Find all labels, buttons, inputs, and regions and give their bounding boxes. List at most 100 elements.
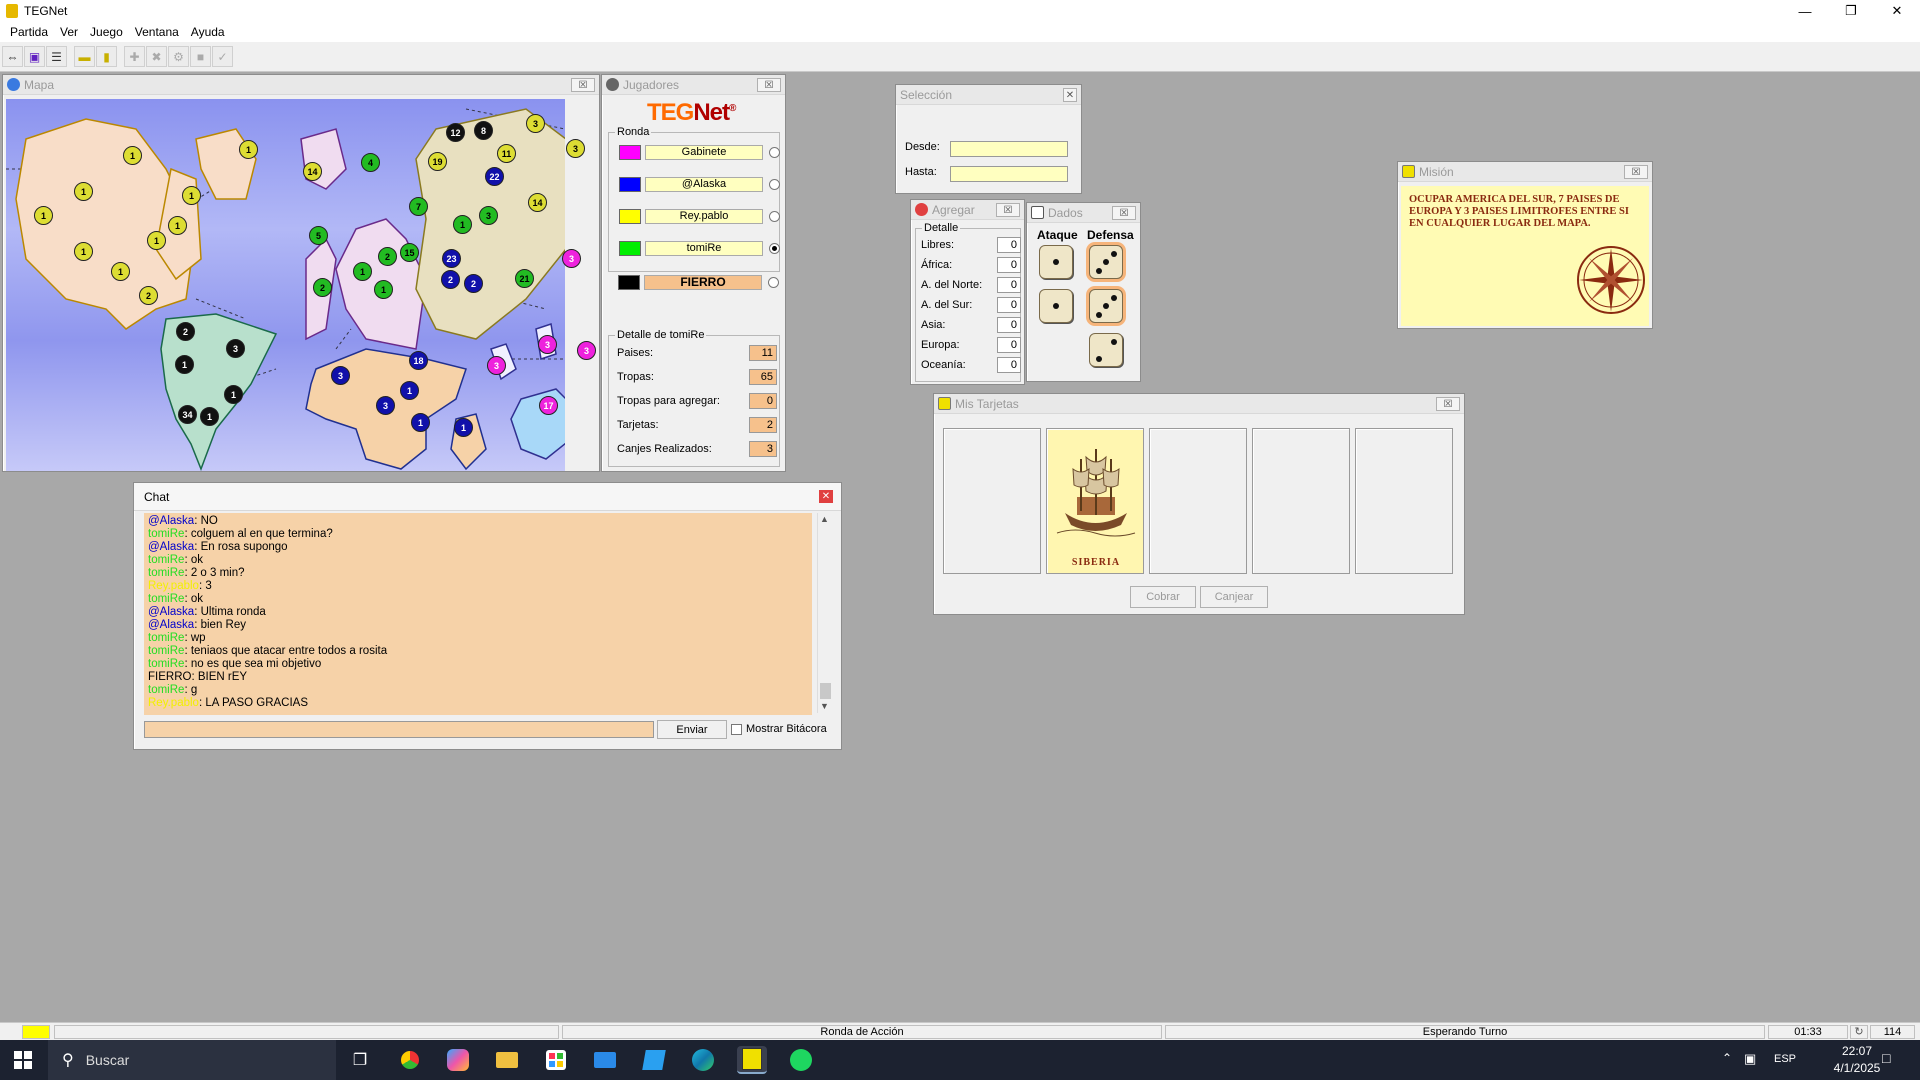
status-refresh-icon[interactable]: ↻ (1850, 1025, 1868, 1039)
player-row-gabinete[interactable]: Gabinete (619, 143, 780, 161)
gear-icon[interactable]: ⚙ (168, 46, 189, 67)
map-marker[interactable]: 1 (168, 216, 187, 235)
menu-ventana[interactable]: Ventana (129, 25, 185, 39)
map-marker[interactable]: 22 (485, 167, 504, 186)
stop-icon[interactable]: ■ (190, 46, 211, 67)
map-marker[interactable]: 1 (411, 413, 430, 432)
mail-icon[interactable] (590, 1046, 620, 1074)
dice-icon[interactable]: ▣ (24, 46, 45, 67)
map-marker[interactable]: 1 (454, 418, 473, 437)
menu-ver[interactable]: Ver (54, 25, 84, 39)
card-slot-1[interactable] (943, 428, 1041, 574)
map-marker[interactable]: 1 (453, 215, 472, 234)
selection-window-close-button[interactable]: ✕ (1063, 88, 1077, 102)
taskbar-search[interactable]: ⚲ Buscar (48, 1040, 336, 1080)
notifications-icon[interactable]: □ (1882, 1050, 1890, 1066)
chat-input[interactable] (144, 721, 654, 738)
players-window-close-button[interactable]: ☒ (757, 78, 781, 92)
chat-log[interactable]: @Alaska: NO tomiRe: colguem al en que te… (144, 513, 812, 715)
player-radio[interactable] (769, 210, 780, 222)
map-marker[interactable]: 4 (361, 153, 380, 172)
map-marker[interactable]: 1 (400, 381, 419, 400)
map-marker[interactable]: 1 (200, 407, 219, 426)
task-view-icon[interactable]: ❐ (345, 1046, 375, 1074)
map-marker[interactable]: 14 (528, 193, 547, 212)
map-marker[interactable]: 3 (577, 341, 596, 360)
player-radio[interactable] (768, 276, 779, 288)
card-icon[interactable]: ▮ (96, 46, 117, 67)
map-marker[interactable]: 3 (331, 366, 350, 385)
map-window-titlebar[interactable]: Mapa ☒ (3, 75, 599, 95)
scroll-thumb[interactable] (820, 683, 831, 699)
mission-window-close-button[interactable]: ☒ (1624, 165, 1648, 179)
menu-partida[interactable]: Partida (4, 25, 54, 39)
map-marker[interactable]: 1 (175, 355, 194, 374)
remote-desktop-icon[interactable] (639, 1046, 669, 1074)
map-marker[interactable]: 1 (74, 242, 93, 261)
exchange-button[interactable]: Canjear (1200, 586, 1268, 608)
check-icon[interactable]: ✓ (212, 46, 233, 67)
send-button[interactable]: Enviar (657, 720, 727, 739)
card-slot-5[interactable] (1355, 428, 1453, 574)
close-button[interactable]: ✕ (1874, 0, 1920, 22)
map-marker[interactable]: 7 (409, 197, 428, 216)
scroll-up-icon[interactable]: ▲ (820, 514, 829, 524)
cards-window-titlebar[interactable]: Mis Tarjetas ☒ (934, 394, 1464, 414)
connect-icon[interactable]: ⇔ (2, 46, 23, 67)
list-icon[interactable]: ☰ (46, 46, 67, 67)
card-slot-2[interactable]: SIBERIA (1046, 428, 1144, 574)
map-marker[interactable]: 3 (526, 114, 545, 133)
language-indicator[interactable]: ESP (1774, 1053, 1796, 1065)
map-marker[interactable]: 18 (409, 351, 428, 370)
map-marker[interactable]: 1 (182, 186, 201, 205)
map-marker[interactable]: 19 (428, 152, 447, 171)
map-marker[interactable]: 11 (497, 144, 516, 163)
map-marker[interactable]: 17 (539, 396, 558, 415)
map-marker[interactable]: 1 (374, 280, 393, 299)
map-marker[interactable]: 34 (178, 405, 197, 424)
scroll-down-icon[interactable]: ▼ (820, 701, 829, 711)
world-map[interactable]: 1 1 1 1 1 1 1 1 1 2 14 19 11 3 3 14 4 7 … (6, 99, 602, 472)
map-marker[interactable]: 21 (515, 269, 534, 288)
map-marker[interactable]: 2 (378, 247, 397, 266)
minimize-button[interactable]: — (1782, 0, 1828, 22)
chrome-icon[interactable] (395, 1046, 425, 1074)
map-marker[interactable]: 3 (479, 206, 498, 225)
map-marker[interactable]: 15 (400, 243, 419, 262)
spotify-icon[interactable] (786, 1046, 816, 1074)
collect-button[interactable]: Cobrar (1130, 586, 1196, 608)
cancel-icon[interactable]: ✖ (146, 46, 167, 67)
copilot-icon[interactable] (443, 1046, 473, 1074)
map-marker[interactable]: 8 (474, 121, 493, 140)
map-marker[interactable]: 2 (313, 278, 332, 297)
show-log-checkbox[interactable] (731, 724, 742, 735)
dice-window-close-button[interactable]: ☒ (1112, 206, 1136, 220)
file-explorer-icon[interactable] (492, 1046, 522, 1074)
map-marker[interactable]: 14 (303, 162, 322, 181)
store-icon[interactable] (541, 1046, 571, 1074)
edge-icon[interactable] (688, 1046, 718, 1074)
map-marker[interactable]: 1 (74, 182, 93, 201)
map-marker[interactable]: 2 (176, 322, 195, 341)
tegnet-taskbar-icon[interactable] (737, 1046, 767, 1074)
map-marker[interactable]: 3 (538, 335, 557, 354)
map-marker[interactable]: 1 (224, 385, 243, 404)
map-marker[interactable]: 1 (239, 140, 258, 159)
to-field[interactable] (950, 166, 1068, 182)
players-window-titlebar[interactable]: Jugadores ☒ (602, 75, 785, 95)
map-marker[interactable]: 5 (309, 226, 328, 245)
selection-window-titlebar[interactable]: Selección ✕ (896, 85, 1081, 105)
mission-window-titlebar[interactable]: Misión ☒ (1398, 162, 1652, 182)
player-radio[interactable] (769, 146, 780, 158)
add-window-titlebar[interactable]: Agregar ☒ (911, 200, 1024, 220)
menu-juego[interactable]: Juego (84, 25, 129, 39)
player-row-fierro[interactable]: FIERRO (618, 273, 779, 291)
map-marker[interactable]: 1 (147, 231, 166, 250)
chat-scrollbar[interactable]: ▲ ▼ (817, 513, 833, 713)
player-row-tomire[interactable]: tomiRe (619, 239, 780, 257)
map-marker[interactable]: 1 (353, 262, 372, 281)
map-marker[interactable]: 12 (446, 123, 465, 142)
map-marker[interactable]: 2 (441, 270, 460, 289)
map-marker[interactable]: 2 (139, 286, 158, 305)
map-marker[interactable]: 1 (123, 146, 142, 165)
